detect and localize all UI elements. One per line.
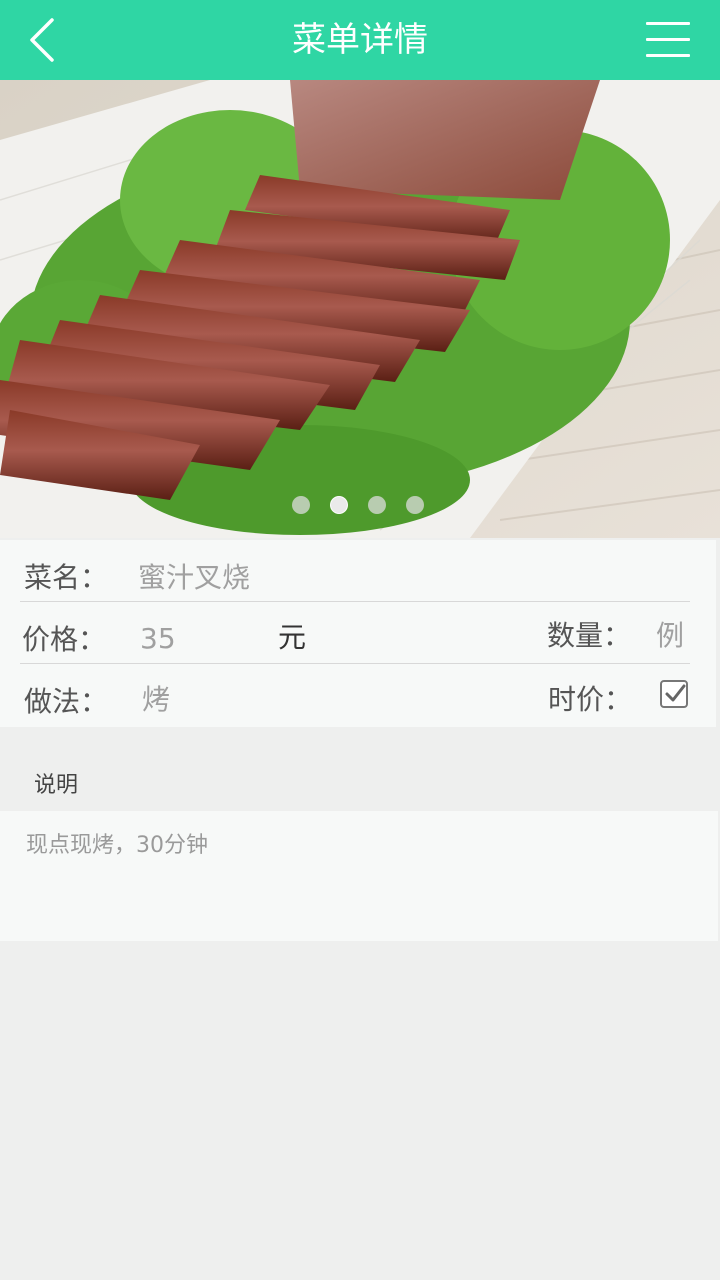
carousel-dot-active[interactable] [330,496,348,514]
menu-button[interactable] [646,20,690,60]
app-header: 菜单详情 [0,0,720,80]
dish-image-carousel[interactable] [0,80,720,538]
carousel-dot[interactable] [406,496,424,514]
checkmark-icon [665,684,686,702]
quantity-label: 数量： [547,619,632,652]
cooking-method-row: 做法： 烤 时价： [20,664,690,726]
cooking-method-value: 烤 [142,683,171,716]
carousel-dot[interactable] [368,496,386,514]
market-price-checkbox[interactable] [660,680,688,708]
hamburger-menu-icon [646,22,690,25]
hamburger-line [646,54,690,57]
dish-name-label: 菜名： [24,561,109,594]
quantity-value: 例 [656,619,685,652]
description-text: 现点现烤，30分钟 [26,833,208,858]
description-box: 现点现烤，30分钟 [0,811,718,941]
carousel-dot[interactable] [292,496,310,514]
price-unit: 元 [278,621,307,654]
char-siu-pork-photo [0,80,720,538]
price-value: 35 [140,622,176,655]
dish-details-panel: 菜名： 蜜汁叉烧 价格： 35 元 数量： 例 做法： 烤 时价： [0,540,716,727]
market-price-label: 时价： [548,683,633,716]
price-label: 价格： [22,623,107,656]
hamburger-line [646,38,690,41]
description-header: 说明 [0,727,720,811]
page-title: 菜单详情 [292,20,428,60]
price-row: 价格： 35 元 数量： 例 [20,602,690,664]
dish-name-value: 蜜汁叉烧 [138,561,251,594]
description-heading: 说明 [34,773,79,798]
dish-name-row: 菜名： 蜜汁叉烧 [20,540,690,602]
cooking-method-label: 做法： [24,685,109,718]
